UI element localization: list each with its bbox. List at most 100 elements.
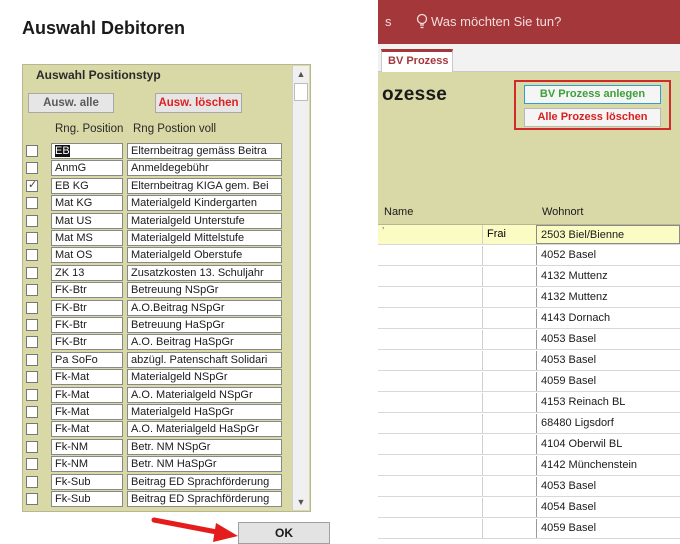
table-cell-name[interactable] [482, 414, 534, 433]
table-row[interactable]: 4104 Oberwil BL [378, 435, 680, 455]
list-item[interactable]: FK-Btr A.O.Beitrag NSpGr [23, 299, 293, 317]
position-full-field[interactable]: Elternbeitrag gemäss Beitra [127, 143, 282, 159]
position-full-field[interactable]: A.O.Beitrag NSpGr [127, 299, 282, 316]
row-checkbox[interactable] [26, 197, 38, 210]
row-checkbox[interactable] [26, 493, 38, 505]
row-checkbox[interactable] [26, 353, 38, 366]
table-row[interactable]: 4142 Münchenstein [378, 456, 680, 476]
row-checkbox[interactable] [26, 162, 38, 175]
table-cell-wohnort[interactable]: 4142 Münchenstein [536, 456, 680, 475]
table-cell-name[interactable]: Frai [482, 225, 534, 244]
position-full-field[interactable]: A.O. Materialgeld HaSpGr [127, 421, 282, 438]
row-checkbox[interactable] [26, 145, 38, 157]
position-code-field[interactable]: Fk-NM [51, 438, 123, 455]
position-code-field[interactable]: Fk-Mat [51, 421, 123, 438]
position-full-field[interactable]: Beitrag ED Sprachförderung [127, 473, 282, 490]
table-cell-wohnort[interactable]: 68480 Ligsdorf [536, 414, 680, 433]
position-code-field[interactable]: Mat MS [51, 230, 123, 246]
table-cell-wohnort[interactable]: 4132 Muttenz [536, 267, 680, 286]
table-cell-name[interactable] [482, 246, 534, 265]
scroll-thumb[interactable] [294, 83, 308, 101]
table-row[interactable]: 4153 Reinach BL [378, 393, 680, 413]
row-checkbox[interactable] [26, 423, 38, 436]
table-cell-wohnort[interactable]: 4052 Basel [536, 246, 680, 265]
list-item[interactable]: Fk-NM Betr. NM NSpGr [23, 438, 293, 456]
table-row[interactable]: 4143 Dornach [378, 309, 680, 329]
position-code-field[interactable]: Mat US [51, 212, 123, 229]
list-item[interactable]: FK-Btr Betreuung NSpGr [23, 282, 293, 299]
position-full-field[interactable]: Materialgeld Oberstufe [127, 247, 282, 264]
list-item[interactable]: AnmG Anmeldegebühr [23, 160, 293, 177]
table-row[interactable]: 4059 Basel [378, 372, 680, 392]
row-checkbox[interactable]: ✓ [26, 179, 38, 192]
position-code-field[interactable]: FK-Btr [51, 282, 123, 299]
scroll-down-icon[interactable]: ▼ [293, 494, 309, 510]
position-code-field[interactable]: FK-Btr [51, 299, 123, 316]
position-code-field[interactable]: FK-Btr [51, 317, 123, 333]
position-code-field[interactable]: Fk-Mat [51, 369, 123, 386]
position-full-field[interactable]: Betreuung HaSpGr [127, 317, 282, 333]
table-cell-wohnort[interactable]: 4153 Reinach BL [536, 393, 680, 412]
table-row[interactable]: ’ Frai 2503 Biel/Bienne [378, 225, 680, 245]
list-item[interactable]: Mat US Materialgeld Unterstufe [23, 212, 293, 230]
position-full-field[interactable]: Materialgeld HaSpGr [127, 404, 282, 420]
vertical-scrollbar[interactable]: ▲ ▼ [292, 66, 309, 510]
position-code-field[interactable]: AnmG [51, 160, 123, 177]
position-full-field[interactable]: A.O. Materialgeld NSpGr [127, 386, 282, 403]
table-cell-name[interactable] [482, 393, 534, 412]
position-full-field[interactable]: Materialgeld NSpGr [127, 369, 282, 386]
row-checkbox[interactable] [26, 458, 38, 471]
position-full-field[interactable]: Materialgeld Kindergarten [127, 195, 282, 212]
row-checkbox[interactable] [26, 266, 38, 279]
list-item[interactable]: FK-Btr Betreuung HaSpGr [23, 317, 293, 334]
row-checkbox[interactable] [26, 301, 38, 314]
delete-all-button[interactable]: Alle Prozess löschen [524, 108, 661, 127]
position-full-field[interactable]: abzügl. Patenschaft Solidari [127, 351, 282, 368]
row-checkbox[interactable] [26, 214, 38, 227]
list-item[interactable]: ✓ EB KG Elternbeitrag KIGA gem. Bei [23, 177, 293, 195]
list-item[interactable]: ZK 13 Zusatzkosten 13. Schuljahr [23, 264, 293, 282]
table-cell-name[interactable] [482, 288, 534, 307]
table-cell-wohnort[interactable]: 4104 Oberwil BL [536, 435, 680, 454]
table-cell-name[interactable] [482, 435, 534, 454]
position-code-field[interactable]: Pa SoFo [51, 351, 123, 368]
row-checkbox[interactable] [26, 249, 38, 262]
list-item[interactable]: Mat OS Materialgeld Oberstufe [23, 247, 293, 264]
list-item[interactable]: Fk-Mat A.O. Materialgeld NSpGr [23, 386, 293, 404]
position-full-field[interactable]: A.O. Beitrag HaSpGr [127, 334, 282, 351]
tab-bv-prozess[interactable]: BV Prozess [381, 49, 453, 73]
position-code-field[interactable]: Mat KG [51, 195, 123, 212]
table-cell-wohnort[interactable]: 4059 Basel [536, 519, 680, 538]
table-cell-wohnort[interactable]: 4054 Basel [536, 498, 680, 517]
row-checkbox[interactable] [26, 284, 38, 297]
position-code-field[interactable]: Fk-Mat [51, 404, 123, 420]
row-checkbox[interactable] [26, 440, 38, 453]
table-row[interactable]: 4053 Basel [378, 330, 680, 350]
row-checkbox[interactable] [26, 406, 38, 418]
position-full-field[interactable]: Elternbeitrag KIGA gem. Bei [127, 177, 282, 194]
row-checkbox[interactable] [26, 336, 38, 349]
table-cell-name[interactable] [482, 477, 534, 496]
table-row[interactable]: 4132 Muttenz [378, 267, 680, 287]
table-cell-name[interactable] [482, 372, 534, 391]
row-checkbox[interactable] [26, 388, 38, 401]
table-row[interactable]: 4053 Basel [378, 477, 680, 497]
table-row[interactable]: 4052 Basel [378, 246, 680, 266]
list-item[interactable]: Fk-Sub Beitrag ED Sprachförderung [23, 473, 293, 491]
list-item[interactable]: Fk-Mat Materialgeld HaSpGr [23, 404, 293, 421]
row-checkbox[interactable] [26, 232, 38, 244]
position-code-field[interactable]: EB [51, 143, 123, 159]
table-row[interactable]: 4059 Basel [378, 519, 680, 539]
list-item[interactable]: Mat KG Materialgeld Kindergarten [23, 195, 293, 212]
table-cell-name[interactable] [482, 351, 534, 370]
position-code-field[interactable]: Mat OS [51, 247, 123, 264]
table-cell-name[interactable] [482, 498, 534, 517]
list-item[interactable]: Fk-NM Betr. NM HaSpGr [23, 456, 293, 473]
table-cell-wohnort[interactable]: 4143 Dornach [536, 309, 680, 328]
position-code-field[interactable]: Fk-NM [51, 456, 123, 473]
table-cell-name[interactable] [482, 519, 534, 538]
position-full-field[interactable]: Anmeldegebühr [127, 160, 282, 177]
scroll-up-icon[interactable]: ▲ [293, 66, 309, 82]
create-process-button[interactable]: BV Prozess anlegen [524, 85, 661, 104]
table-cell-wohnort[interactable]: 4059 Basel [536, 372, 680, 391]
